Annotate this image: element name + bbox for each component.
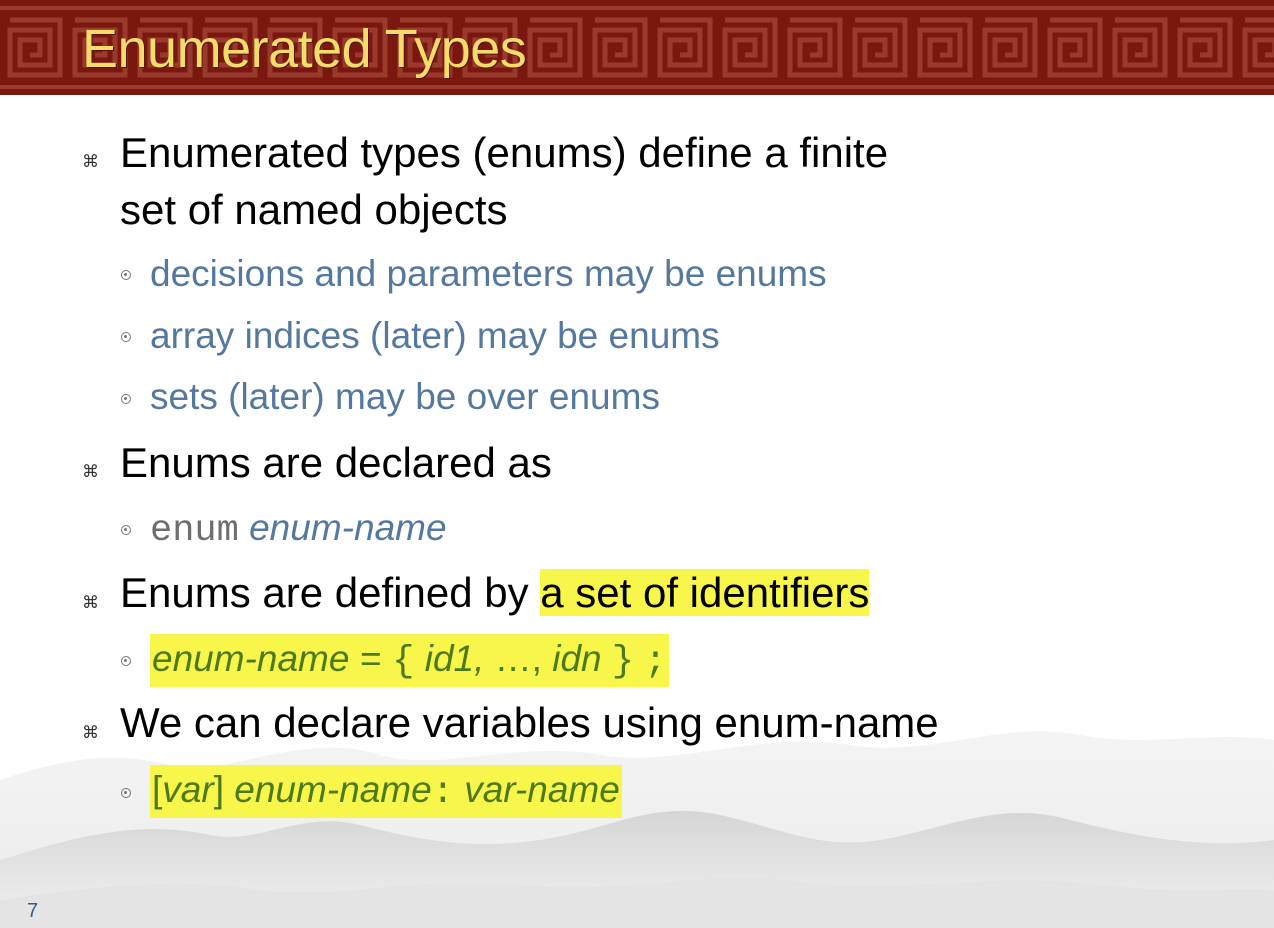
variable-declaration-syntax: [var] enum-name: var-name <box>150 765 622 818</box>
def-id1: id1, <box>424 638 485 679</box>
sub-bullet-icon <box>121 332 131 342</box>
decl-enum-name: enum-name <box>234 769 432 810</box>
def-enum-name: enum-name <box>152 638 350 679</box>
enum-keyword: enum <box>150 510 239 552</box>
decl-colon: : <box>431 772 454 814</box>
sub-bullet-icon <box>121 525 131 535</box>
bullet-3-prefix: Enums are defined by <box>120 569 529 616</box>
bullet-3-highlight: a set of identifiers <box>540 569 870 616</box>
sub-bullet-icon <box>121 788 131 798</box>
bullet-1-sub-1: decisions and parameters may be enums <box>150 253 827 294</box>
def-close-brace: } <box>611 641 635 683</box>
page-number: 7 <box>27 900 39 922</box>
def-ellipsis: …, <box>494 638 542 679</box>
bullet-2-sub: enum enum-name <box>150 503 447 556</box>
bullet-3: Enums are defined by a set of identifier… <box>120 564 870 621</box>
bullet-1-sub-2: array indices (later) may be enums <box>150 315 720 356</box>
bullet-4: We can declare variables using enum-name <box>120 699 939 746</box>
decl-close-bracket: ] <box>213 769 224 810</box>
def-equals: = <box>359 641 382 683</box>
def-open-brace: { <box>392 641 415 683</box>
bullet-icon: ⌘ <box>82 723 99 743</box>
decl-open-bracket: [ <box>152 769 163 810</box>
bullet-1-sub-3: sets (later) may be over enums <box>150 376 660 417</box>
enum-name-placeholder: enum-name <box>249 507 447 548</box>
def-idn: idn <box>552 638 602 679</box>
bullet-icon: ⌘ <box>82 152 99 172</box>
sub-bullet-icon <box>121 394 131 404</box>
bullet-1-line-2: set of named objects <box>120 186 508 233</box>
bullet-icon: ⌘ <box>82 593 99 613</box>
sub-bullet-icon <box>121 270 131 280</box>
bullet-icon: ⌘ <box>82 462 99 482</box>
bullet-1-line-1: Enumerated types (enums) define a finite <box>120 129 889 176</box>
sub-bullet-icon <box>121 656 131 666</box>
bullet-2: Enums are declared as <box>120 439 552 486</box>
decl-var: var <box>162 769 214 810</box>
enum-definition-syntax: enum-name = { id1, …, idn } ; <box>150 634 669 687</box>
def-semicolon: ; <box>644 641 667 683</box>
slide-body: ⌘ Enumerated types (enums) define a fini… <box>0 0 1274 928</box>
decl-var-name: var-name <box>464 769 620 810</box>
